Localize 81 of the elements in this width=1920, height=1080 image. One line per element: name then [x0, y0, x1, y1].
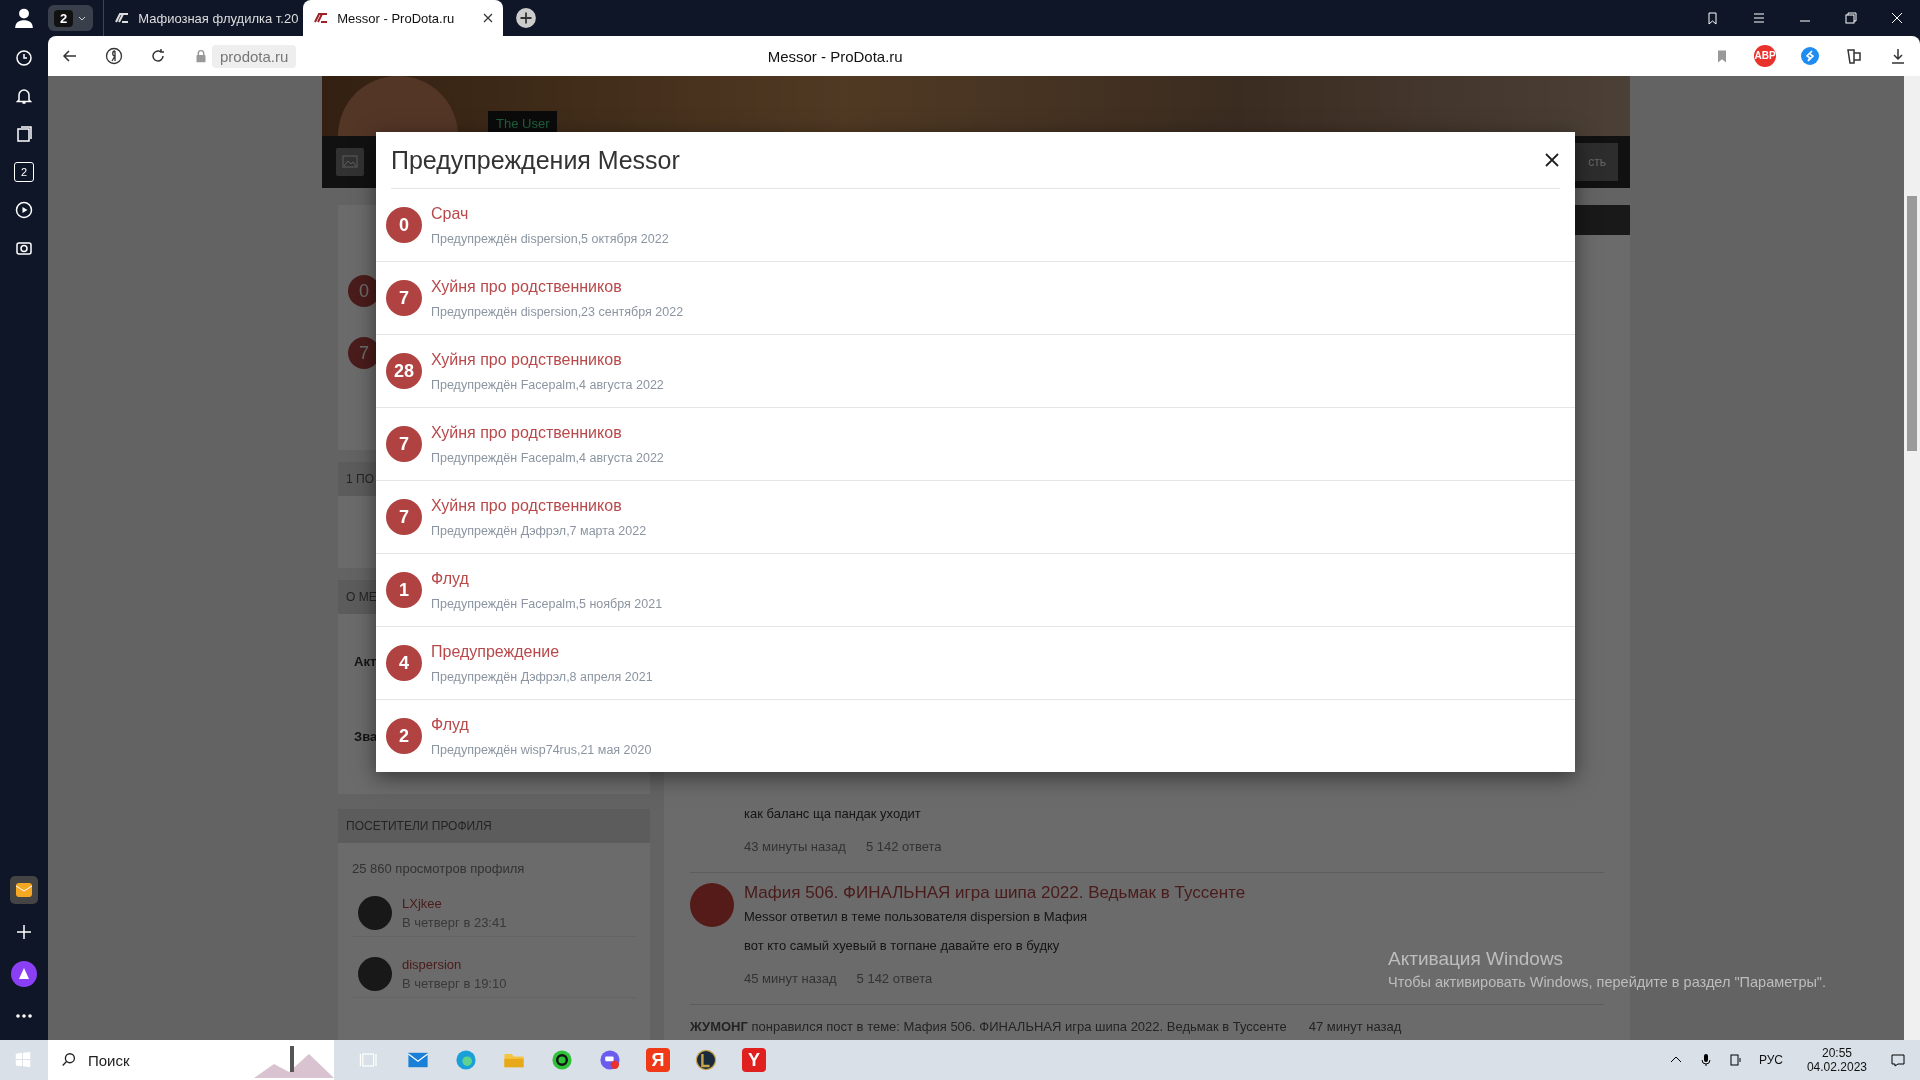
field-label: Акт — [354, 654, 377, 669]
reply-count: 5 142 ответа — [865, 839, 942, 854]
collections-icon[interactable] — [14, 124, 34, 144]
tab-group-button[interactable]: 2 — [48, 5, 94, 31]
warning-meta: Предупреждён dispersion,23 сентября 2022 — [431, 304, 684, 319]
play-icon[interactable] — [14, 200, 34, 220]
app-tile-icon[interactable] — [10, 876, 38, 904]
start-icon[interactable] — [14, 1051, 32, 1069]
address-field[interactable]: prodota.ru — [212, 44, 297, 68]
warning-points-badge: 1 — [386, 572, 422, 608]
close-icon[interactable] — [1889, 10, 1905, 26]
clock-date[interactable]: 04.02.2023 — [1806, 1060, 1867, 1074]
app-icon[interactable]: Я — [646, 1048, 670, 1072]
post-text: как баланс ща пандак уходит — [744, 806, 922, 821]
warning-points-badge: 4 — [386, 645, 422, 681]
panel-title: ПОСЕТИТЕЛИ ПРОФИЛЯ — [346, 819, 492, 833]
warning-meta: Предупреждён wisp74rus,21 мая 2020 — [431, 742, 652, 757]
tab-count-badge[interactable]: 2 — [14, 162, 34, 182]
plus-icon[interactable] — [14, 922, 34, 942]
warning-link[interactable]: Флуд — [431, 715, 652, 734]
bell-icon[interactable] — [14, 86, 34, 106]
close-icon[interactable] — [483, 13, 494, 23]
ring-icon[interactable] — [550, 1048, 574, 1072]
warning-link[interactable]: Срач — [431, 204, 669, 223]
menu-icon[interactable] — [1751, 10, 1767, 26]
helmet-icon[interactable] — [694, 1048, 718, 1072]
warning-points-badge: 7 — [386, 426, 422, 462]
avatar-circle — [690, 883, 734, 927]
warning-meta: Предупреждён Facepalm,4 августа 2022 — [431, 450, 664, 465]
app-icon[interactable]: Y — [742, 1048, 766, 1072]
avatar-circle — [358, 896, 392, 930]
field-label: Зва — [354, 729, 378, 744]
visitor-link[interactable]: LXjkee — [402, 896, 507, 911]
extensions-icon[interactable] — [1844, 46, 1864, 66]
profile-icon[interactable] — [13, 7, 35, 29]
activation-title: Активация Windows — [1388, 948, 1565, 970]
warning-link[interactable]: Предупреждение — [431, 642, 653, 661]
warning-points-badge: 28 — [386, 353, 422, 389]
scrollbar-thumb[interactable] — [1907, 196, 1917, 451]
close-icon[interactable] — [1544, 152, 1560, 168]
warning-meta: Предупреждён Facepalm,4 августа 2022 — [431, 377, 664, 392]
extension-icon[interactable] — [1800, 46, 1820, 66]
search-field[interactable]: Поиск — [48, 1040, 334, 1080]
warning-meta: Предупреждён Дэфрэл,8 апреля 2021 — [431, 669, 653, 684]
warning-points-badge: 0 — [386, 207, 422, 243]
warning-points-badge: 2 — [386, 718, 422, 754]
site-logo-icon — [114, 12, 131, 24]
visitor-link[interactable]: dispersion — [402, 957, 507, 972]
activity-time: 47 минут назад — [1308, 1019, 1402, 1034]
language-indicator[interactable]: РУС — [1758, 1053, 1783, 1067]
activity-text: ЖУМОНГ понравился пост в теме: Мафия 506. ФИНАЛЬНАЯ игра шипа 2022. Ведьмак в Туссенте — [690, 1019, 1287, 1034]
history-icon[interactable] — [14, 48, 34, 68]
warning-link[interactable]: Хуйня про родственников — [431, 277, 684, 296]
chat-icon[interactable] — [598, 1048, 622, 1072]
topic-link[interactable]: Мафия 506. ФИНАЛЬНАЯ игра шипа 2022. Ведьмак в Туссенте — [744, 883, 1246, 903]
post-time: 43 минуты назад — [744, 839, 846, 854]
activation-text: Чтобы активировать Windows, перейдите в раздел "Параметры". — [1388, 974, 1827, 990]
browser-tab[interactable]: Messor - ProDota.ru — [303, 0, 504, 36]
warning-points-badge: 7 — [386, 499, 422, 535]
warning-points-badge: 7 — [386, 280, 422, 316]
reply-count: 5 142 ответа — [856, 971, 933, 986]
warning-link[interactable]: Хуйня про родственников — [431, 496, 647, 515]
page-title: Messor - ProDota.ru — [766, 47, 904, 65]
search-icon — [60, 1051, 78, 1069]
post-time: 45 минут назад — [744, 971, 837, 986]
post-summary: Messor ответил в теме пользователя dispersion в Мафия — [744, 909, 1088, 924]
warning-link[interactable]: Хуйня про родственников — [431, 423, 664, 442]
warning-link[interactable]: Хуйня про родственников — [431, 350, 664, 369]
avatar-circle — [358, 957, 392, 991]
restore-icon[interactable] — [1843, 10, 1859, 26]
adblock-extension-button[interactable]: ABP — [1754, 45, 1776, 67]
warning-meta: Предупреждён Дэфрэл,7 марта 2022 — [431, 523, 647, 538]
site-logo-icon — [313, 12, 330, 24]
post-text: вот кто самый хуевый в тогпане давайте его в будку — [744, 938, 1061, 953]
profile-views: 25 860 просмотров профиля — [352, 861, 526, 876]
new-tab-icon[interactable] — [515, 7, 538, 29]
assistant-icon[interactable] — [10, 960, 38, 988]
warning-meta: Предупреждён dispersion,5 октября 2022 — [431, 231, 669, 246]
clock-time[interactable]: 20:55 — [1821, 1046, 1852, 1060]
dialog-title: Предупреждения Messor — [391, 145, 680, 175]
notification-icon[interactable] — [1890, 1052, 1906, 1068]
